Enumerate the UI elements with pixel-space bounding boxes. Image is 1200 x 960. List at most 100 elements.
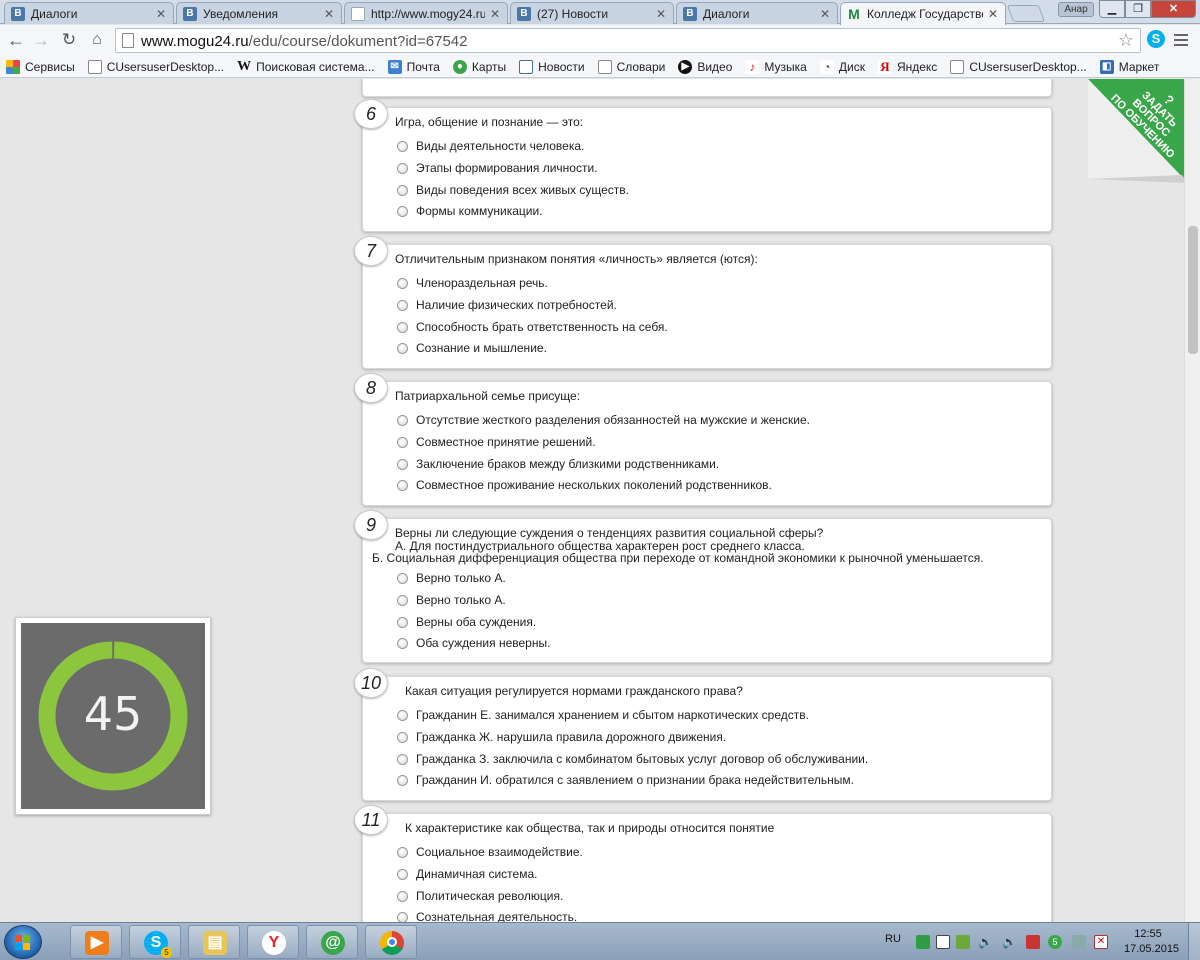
radio-icon[interactable]	[397, 846, 408, 858]
radio-icon[interactable]	[397, 479, 408, 491]
radio-icon[interactable]	[397, 436, 408, 448]
scrollbar-thumb[interactable]	[1188, 226, 1198, 354]
tab-news[interactable]: В (27) Новости ✕	[510, 2, 674, 24]
answer-option[interactable]: Членораздельная речь.	[397, 276, 548, 290]
bookmark-item[interactable]: CUsersuserDesktop...	[87, 59, 224, 74]
action-center-flag-icon[interactable]: ✕	[1094, 935, 1108, 949]
answer-option[interactable]: Социальное взаимодействие.	[397, 845, 583, 859]
taskbar-skype[interactable]: S 5	[129, 925, 181, 959]
answer-option[interactable]: Оба суждения неверны.	[397, 636, 550, 650]
answer-option[interactable]: Гражданка З. заключила с комбинатом быто…	[397, 752, 868, 766]
answer-option[interactable]: Виды деятельности человека.	[397, 139, 584, 153]
radio-icon[interactable]	[397, 731, 408, 743]
bookmark-item[interactable]: Я Яндекс	[877, 59, 937, 74]
answer-option[interactable]: Этапы формирования личности.	[397, 161, 598, 175]
tray-mail-icon[interactable]	[1026, 935, 1040, 949]
ask-question-badge[interactable]: ? ЗАДАТЬ ВОПРОС ПО ОБУЧЕНИЮ	[1088, 79, 1188, 183]
show-desktop-button[interactable]	[1188, 923, 1200, 960]
bookmark-item[interactable]: ♪ Музыка	[745, 59, 807, 74]
tab-notifications[interactable]: В Уведомления ✕	[176, 2, 342, 24]
answer-option[interactable]: Совместное проживание нескольких поколен…	[397, 478, 772, 492]
answer-option[interactable]: Верно только А.	[397, 571, 506, 585]
taskbar-yandex-browser[interactable]: Y	[247, 925, 299, 959]
close-icon[interactable]: ✕	[489, 7, 501, 21]
close-icon[interactable]: ✕	[819, 7, 831, 21]
taskbar-media-player[interactable]: ▶	[70, 925, 122, 959]
radio-icon[interactable]	[397, 414, 408, 426]
tab-mogy24[interactable]: http://www.mogy24.ru/ ✕	[344, 2, 508, 24]
answer-option[interactable]: Гражданин Е. занимался хранением и сбыто…	[397, 708, 809, 722]
tray-notification-badge[interactable]: 5	[1048, 935, 1062, 949]
bookmark-item[interactable]: Сервисы	[6, 59, 75, 74]
tray-window-icon[interactable]	[936, 935, 950, 949]
tab-dialogs[interactable]: В Диалоги ✕	[4, 2, 174, 24]
tab-dialogs-2[interactable]: В Диалоги ✕	[676, 2, 838, 24]
radio-icon[interactable]	[397, 868, 408, 880]
vertical-scrollbar[interactable]	[1184, 79, 1200, 922]
network-icon[interactable]	[1072, 935, 1086, 949]
radio-icon[interactable]	[397, 458, 408, 470]
radio-icon[interactable]	[397, 205, 408, 217]
start-button[interactable]	[4, 925, 42, 959]
bookmark-item[interactable]: Новости	[519, 59, 585, 74]
radio-icon[interactable]	[397, 140, 408, 152]
answer-option[interactable]: Формы коммуникации.	[397, 204, 543, 218]
answer-option[interactable]: Виды поведения всех живых существ.	[397, 183, 629, 197]
answer-option[interactable]: Сознание и мышление.	[397, 341, 547, 355]
radio-icon[interactable]	[397, 709, 408, 721]
profile-button[interactable]: Анар	[1058, 2, 1094, 17]
radio-icon[interactable]	[397, 277, 408, 289]
radio-icon[interactable]	[397, 572, 408, 584]
maximize-button[interactable]: ❐	[1125, 0, 1151, 18]
answer-option[interactable]: Заключение браков между близкими родстве…	[397, 457, 719, 471]
radio-icon[interactable]	[397, 890, 408, 902]
answer-option[interactable]: Верны оба суждения.	[397, 615, 536, 629]
close-icon[interactable]: ✕	[987, 7, 999, 21]
bookmark-item[interactable]: ✉ Почта	[387, 59, 440, 74]
answer-option[interactable]: Сознательная деятельность.	[397, 910, 577, 922]
close-icon[interactable]: ✕	[155, 7, 167, 21]
window-close-button[interactable]: ✕	[1151, 0, 1196, 18]
bookmark-item[interactable]: ▶ Видео	[678, 59, 732, 74]
radio-icon[interactable]	[397, 911, 408, 922]
radio-icon[interactable]	[397, 299, 408, 311]
radio-icon[interactable]	[397, 637, 408, 649]
back-arrow-icon[interactable]: ←	[5, 30, 27, 52]
bookmark-item[interactable]: Словари	[597, 59, 665, 74]
answer-option[interactable]: Политическая революция.	[397, 889, 563, 903]
reload-icon[interactable]: ↻	[58, 30, 80, 52]
language-indicator[interactable]: RU	[885, 933, 901, 945]
radio-icon[interactable]	[397, 321, 408, 333]
tray-app-icon[interactable]	[916, 935, 930, 949]
radio-icon[interactable]	[397, 616, 408, 628]
radio-icon[interactable]	[397, 594, 408, 606]
radio-icon[interactable]	[397, 342, 408, 354]
bookmark-item[interactable]: W Поисковая система...	[237, 59, 374, 74]
close-icon[interactable]: ✕	[323, 7, 335, 21]
tray-torrent-icon[interactable]	[956, 935, 970, 949]
tab-college[interactable]: M Колледж Государственн ✕	[840, 2, 1006, 25]
radio-icon[interactable]	[397, 162, 408, 174]
answer-option[interactable]: Гражданин И. обратился с заявлением о пр…	[397, 773, 854, 787]
bookmark-star-icon[interactable]: ☆	[1118, 30, 1134, 51]
bookmark-item[interactable]: ◧ Маркет	[1099, 59, 1159, 74]
answer-option[interactable]: Динамичная система.	[397, 867, 537, 881]
answer-option[interactable]: Верно только А.	[397, 593, 506, 607]
skype-extension-icon[interactable]: S	[1147, 30, 1165, 48]
bookmark-item[interactable]: CUsersuserDesktop...	[950, 59, 1087, 74]
bookmark-item[interactable]: ◔ Диск	[819, 59, 865, 74]
close-icon[interactable]: ✕	[655, 7, 667, 21]
taskbar-chrome[interactable]	[365, 925, 417, 959]
speaker-icon[interactable]: 🔈	[1002, 935, 1017, 949]
menu-icon[interactable]	[1172, 31, 1190, 47]
address-bar[interactable]: www.mogu24.ru/edu/course/dokument?id=675…	[115, 28, 1141, 53]
url-text[interactable]: www.mogu24.ru/edu/course/dokument?id=675…	[141, 33, 467, 50]
answer-option[interactable]: Наличие физических потребностей.	[397, 298, 617, 312]
new-tab-button[interactable]	[1006, 5, 1046, 22]
radio-icon[interactable]	[397, 184, 408, 196]
taskbar-mail-agent[interactable]: @	[306, 925, 358, 959]
answer-option[interactable]: Способность брать ответственность на себ…	[397, 320, 668, 334]
answer-option[interactable]: Совместное принятие решений.	[397, 435, 596, 449]
radio-icon[interactable]	[397, 753, 408, 765]
bookmark-item[interactable]: ● Карты	[452, 59, 506, 74]
